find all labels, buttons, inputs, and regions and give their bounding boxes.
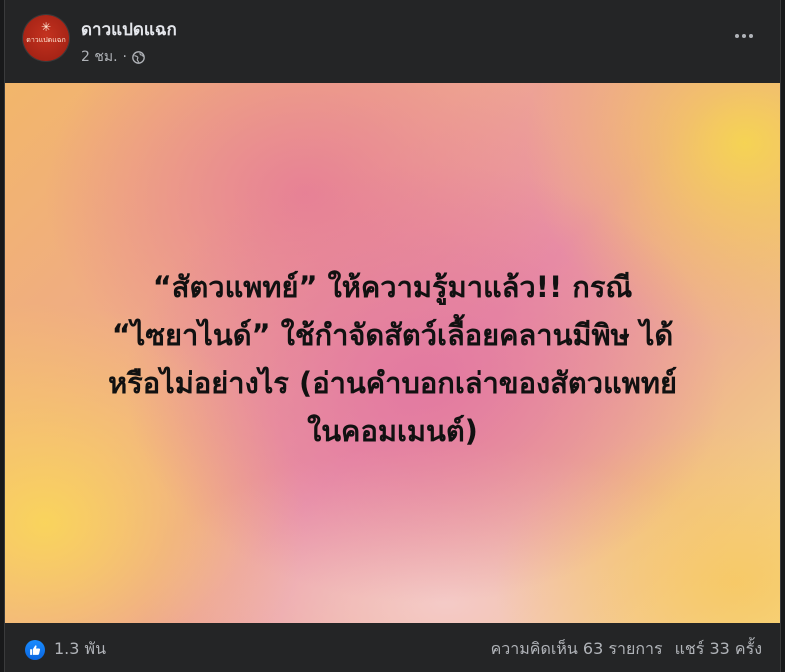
star-logo-icon: ✳ [40,20,52,34]
post-meta: 2 ชม. · [81,47,145,67]
meta-separator: · [122,49,127,65]
avatar[interactable]: ✳ ดาวแปดแฉก [23,15,69,61]
page-name[interactable]: ดาวแปดแฉก [81,19,177,41]
post-header: ✳ ดาวแปดแฉก ดาวแปดแฉก 2 ชม. · [5,0,780,83]
like-icon [25,639,45,660]
timestamp[interactable]: 2 ชม. [81,46,118,68]
comments-count-link[interactable]: ความคิดเห็น 63 รายการ [491,637,663,662]
reaction-count: 1.3 พัน [54,639,107,658]
avatar-logo-text: ดาวแปดแฉก [26,36,66,44]
globe-icon[interactable] [132,50,145,64]
more-options-button[interactable] [726,22,762,50]
post-image[interactable]: “สัตวแพทย์” ให้ความรู้มาแล้ว!! กรณี “ไซย… [5,83,780,623]
more-horizontal-icon-dot [749,34,753,38]
post-footer: 1.3 พัน ความคิดเห็น 63 รายการ แชร์ 33 คร… [5,623,780,672]
headline-line: “สัตวแพทย์” ให้ความรู้มาแล้ว!! กรณี [152,270,633,304]
post-card: ✳ ดาวแปดแฉก ดาวแปดแฉก 2 ชม. · “สัตวแพทย์… [4,0,781,672]
headline-line: “ไซยาไนด์” ใช้กำจัดสัตว์เลื้อยคลานมีพิษ … [111,318,674,352]
shares-count-link[interactable]: แชร์ 33 ครั้ง [675,637,762,662]
headline-line: หรือไม่อย่างไร (อ่านคำบอกเล่าของสัตวแพทย… [108,366,677,400]
engagement-stats: ความคิดเห็น 63 รายการ แชร์ 33 ครั้ง [491,637,762,662]
image-headline: “สัตวแพทย์” ให้ความรู้มาแล้ว!! กรณี “ไซย… [25,263,760,455]
headline-line: ในคอมเมนต์) [307,414,478,448]
more-horizontal-icon-dot [735,34,739,38]
reactions-summary[interactable]: 1.3 พัน [25,637,106,662]
more-horizontal-icon-dot [742,34,746,38]
